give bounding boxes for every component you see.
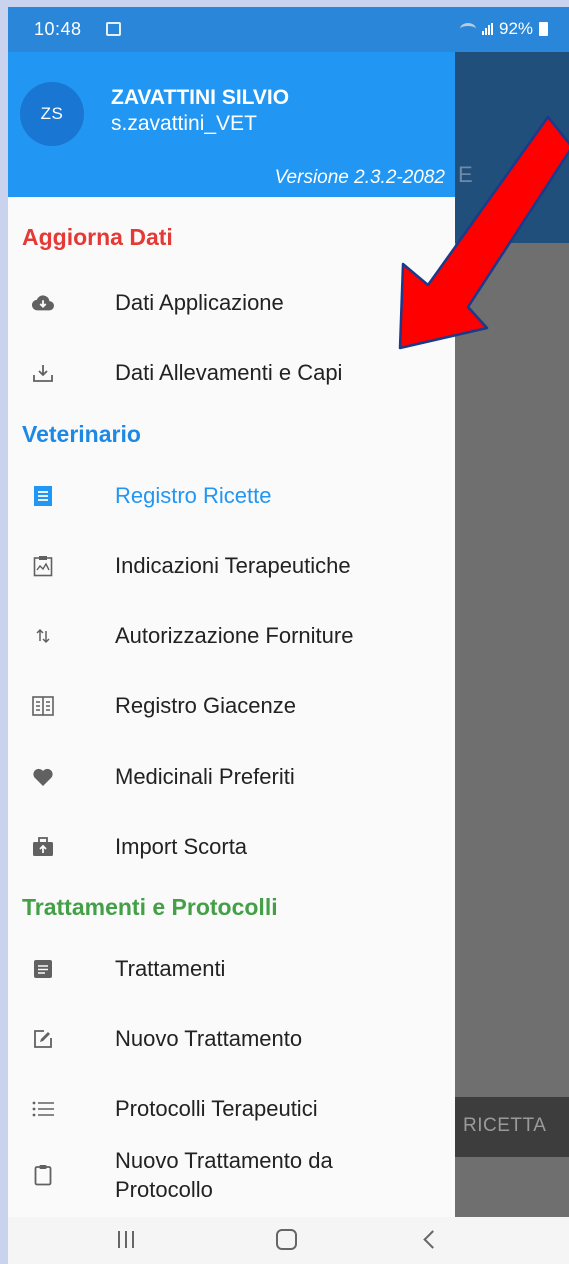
- menu-item-registro-giacenze[interactable]: Registro Giacenze: [8, 678, 455, 734]
- menu-item-label: Autorizzazione Forniture: [115, 623, 354, 648]
- menu-item-import-scorta[interactable]: Import Scorta: [8, 819, 455, 875]
- chart-clipboard-icon: [32, 555, 54, 577]
- document-icon: [32, 958, 54, 980]
- open-book-icon: [32, 695, 54, 717]
- menu-item-trattamenti[interactable]: Trattamenti: [8, 941, 455, 997]
- signal-icon: [482, 23, 493, 35]
- home-icon[interactable]: [276, 1229, 297, 1250]
- background-tab-label: E: [458, 162, 473, 187]
- menu-item-dati-allevamenti[interactable]: Dati Allevamenti e Capi: [8, 345, 455, 401]
- menu-item-indicazioni-terapeutiche[interactable]: Indicazioni Terapeutiche: [8, 538, 455, 594]
- menu-item-label: Registro Giacenze: [115, 693, 296, 718]
- wifi-icon: [460, 23, 476, 35]
- heart-icon: [32, 766, 54, 788]
- app-version: Versione 2.3.2-2082: [274, 167, 445, 188]
- battery-icon: [539, 22, 549, 36]
- cloud-download-icon: [32, 292, 54, 314]
- recent-apps-icon[interactable]: [118, 1231, 134, 1248]
- menu-item-label-line-2: Protocollo: [115, 1177, 213, 1202]
- menu-item-autorizzazione-forniture[interactable]: Autorizzazione Forniture: [8, 608, 455, 664]
- user-name: ZAVATTINI SILVIO: [111, 86, 290, 109]
- briefcase-upload-icon: [32, 836, 54, 858]
- swap-vertical-icon: [32, 625, 54, 647]
- menu-item-label: Registro Ricette: [115, 483, 272, 508]
- user-id: s.zavattini_VET: [111, 112, 257, 135]
- menu-item-label-line-1: Nuovo Trattamento da: [115, 1148, 333, 1173]
- phone-screen: E RICETTA 10:48 92% ZS ZAVATTINI SILVIO …: [8, 7, 569, 1264]
- menu-item-label: Nuovo Trattamento da Protocollo: [115, 1146, 333, 1204]
- background-bottom-action: RICETTA: [463, 1115, 547, 1136]
- list-icon: [32, 1098, 54, 1120]
- battery-percent: 92%: [499, 19, 534, 38]
- menu-item-nuovo-trattamento[interactable]: Nuovo Trattamento: [8, 1011, 455, 1067]
- section-veterinario: Veterinario: [22, 421, 141, 447]
- menu-item-label: Nuovo Trattamento: [115, 1026, 303, 1051]
- menu-item-label: Dati Applicazione: [115, 290, 284, 315]
- menu-item-registro-ricette[interactable]: Registro Ricette: [8, 468, 455, 524]
- menu-item-label: Dati Allevamenti e Capi: [115, 360, 343, 385]
- system-navigation-bar: [8, 1217, 569, 1264]
- edit-box-icon: [32, 1028, 54, 1050]
- avatar[interactable]: ZS: [20, 82, 84, 146]
- download-tray-icon: [32, 362, 54, 384]
- navigation-drawer: ZS ZAVATTINI SILVIO s.zavattini_VET Vers…: [8, 52, 455, 1217]
- back-icon[interactable]: [423, 1230, 442, 1249]
- receipt-icon: [32, 485, 54, 507]
- clipboard-icon: [32, 1164, 54, 1186]
- menu-item-label: Trattamenti: [115, 956, 226, 981]
- notification-icon: [106, 22, 121, 36]
- menu-item-label: Protocolli Terapeutici: [115, 1096, 318, 1121]
- menu-item-medicinali-preferiti[interactable]: Medicinali Preferiti: [8, 749, 455, 805]
- menu-item-nuovo-trattamento-da-protocollo[interactable]: Nuovo Trattamento da Protocollo: [8, 1144, 455, 1206]
- drawer-header: ZS ZAVATTINI SILVIO s.zavattini_VET Vers…: [8, 52, 455, 197]
- status-indicators: 92%: [460, 19, 549, 39]
- menu-item-protocolli-terapeutici[interactable]: Protocolli Terapeutici: [8, 1081, 455, 1137]
- section-aggiorna-dati: Aggiorna Dati: [22, 224, 173, 250]
- menu-item-dati-applicazione[interactable]: Dati Applicazione: [8, 275, 455, 331]
- menu-item-label: Import Scorta: [115, 834, 248, 859]
- section-trattamenti-protocolli: Trattamenti e Protocolli: [22, 894, 278, 920]
- status-time: 10:48: [34, 19, 82, 39]
- status-bar: 10:48 92%: [8, 7, 569, 52]
- menu-item-label: Medicinali Preferiti: [115, 764, 295, 789]
- menu-item-label: Indicazioni Terapeutiche: [115, 553, 351, 578]
